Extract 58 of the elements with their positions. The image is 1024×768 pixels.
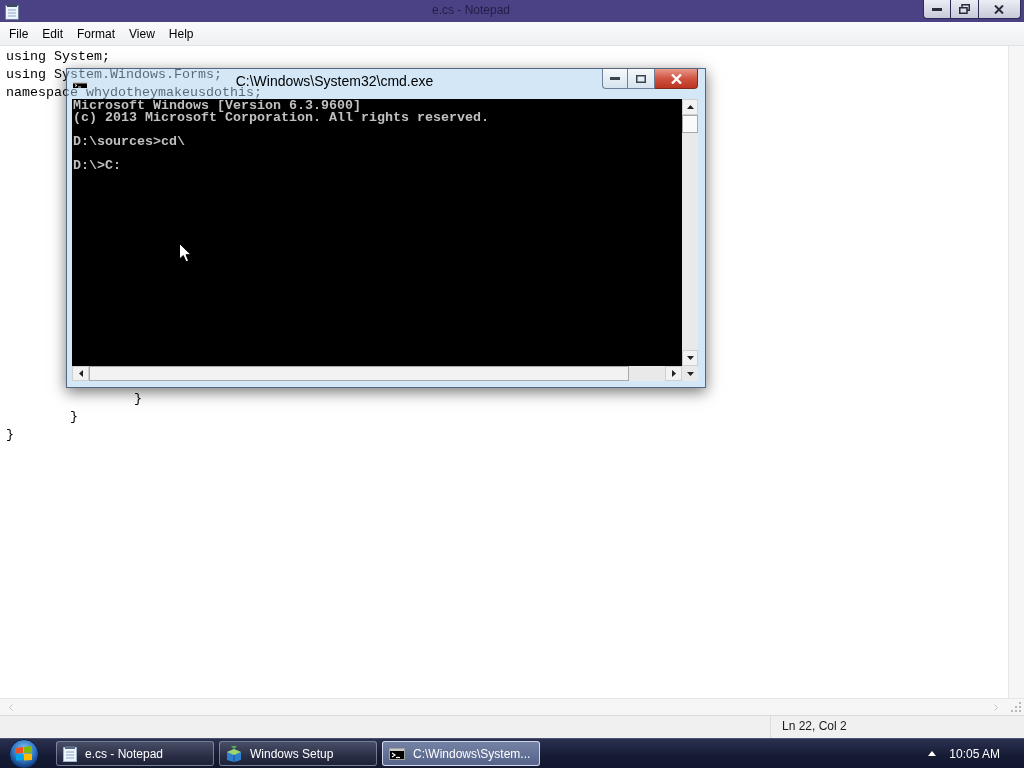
cursor-position: Ln 22, Col 2 (782, 719, 847, 733)
restore-icon (959, 4, 970, 14)
notepad-icon (63, 745, 77, 762)
horizontal-scrollbar[interactable] (0, 699, 1008, 715)
maximize-button[interactable] (628, 69, 655, 89)
window-title: C:\Windows\System32\cmd.exe (235, 76, 434, 87)
windows-flag-icon (7, 738, 41, 768)
taskbar-button[interactable]: Windows Setup (219, 741, 377, 766)
code-line: using System; (6, 51, 110, 62)
close-button[interactable] (979, 0, 1021, 19)
console-line: D:\>C: (73, 160, 122, 172)
close-icon (670, 73, 682, 84)
scroll-thumb[interactable] (682, 115, 698, 133)
code-line: } (134, 393, 142, 404)
size-grip-icon[interactable] (1011, 702, 1021, 712)
clock[interactable]: 10:05 AM (949, 746, 1000, 761)
up-arrow-icon (686, 105, 694, 109)
right-arrow-icon (671, 370, 676, 377)
scroll-down-button[interactable] (682, 350, 698, 366)
window-title: e.cs - Notepad (431, 2, 510, 19)
console-line: Microsoft Windows [Version 6.3.9600] (73, 100, 362, 112)
scroll-left-button[interactable] (72, 366, 89, 381)
mouse-pointer-icon (179, 243, 192, 263)
console-line: (c) 2013 Microsoft Corporation. All rights reserved. (73, 112, 490, 124)
console-icon (73, 81, 87, 88)
taskbar-button[interactable]: C:\Windows\System... (382, 741, 540, 766)
menu-item[interactable]: Edit (35, 23, 71, 44)
up-arrow-icon (928, 751, 937, 756)
console-output[interactable]: Microsoft Windows [Version 6.3.9600] (c) 2013 Microsoft Corporation. All rights reserved. D:\sources>cd\ D:\>C: (72, 99, 682, 366)
menu-item[interactable]: Help (161, 23, 201, 44)
code-line: } (70, 411, 78, 422)
menu-item[interactable]: View (122, 23, 162, 44)
notepad-icon (5, 4, 19, 20)
minimize-icon (932, 7, 942, 11)
close-icon (994, 4, 1005, 14)
code-line: using System.Windows.Forms; (6, 69, 222, 80)
vertical-scrollbar[interactable] (1008, 46, 1024, 698)
vertical-scrollbar[interactable] (682, 99, 698, 366)
scroll-right-button[interactable] (665, 366, 682, 381)
maximize-icon (636, 74, 646, 83)
restore-button[interactable] (951, 0, 979, 19)
minimize-button[interactable] (923, 0, 951, 19)
console-line: D:\sources>cd\ (73, 136, 186, 148)
close-button[interactable] (655, 69, 698, 89)
menu-item[interactable]: File (2, 23, 36, 44)
minimize-button[interactable] (602, 69, 628, 89)
minimize-icon (610, 77, 620, 80)
down-arrow-icon (686, 356, 694, 360)
taskbar-button[interactable]: e.cs - Notepad (56, 741, 214, 766)
menu-item[interactable]: Format (70, 23, 123, 44)
left-arrow-icon (78, 370, 83, 377)
code-line: } (6, 429, 14, 440)
start-button[interactable] (7, 738, 41, 768)
show-hidden-icons-button[interactable] (928, 751, 937, 756)
console-icon (389, 747, 405, 760)
box-icon (226, 745, 242, 762)
down-arrow-icon (686, 371, 694, 376)
scroll-up-button[interactable] (682, 99, 698, 115)
